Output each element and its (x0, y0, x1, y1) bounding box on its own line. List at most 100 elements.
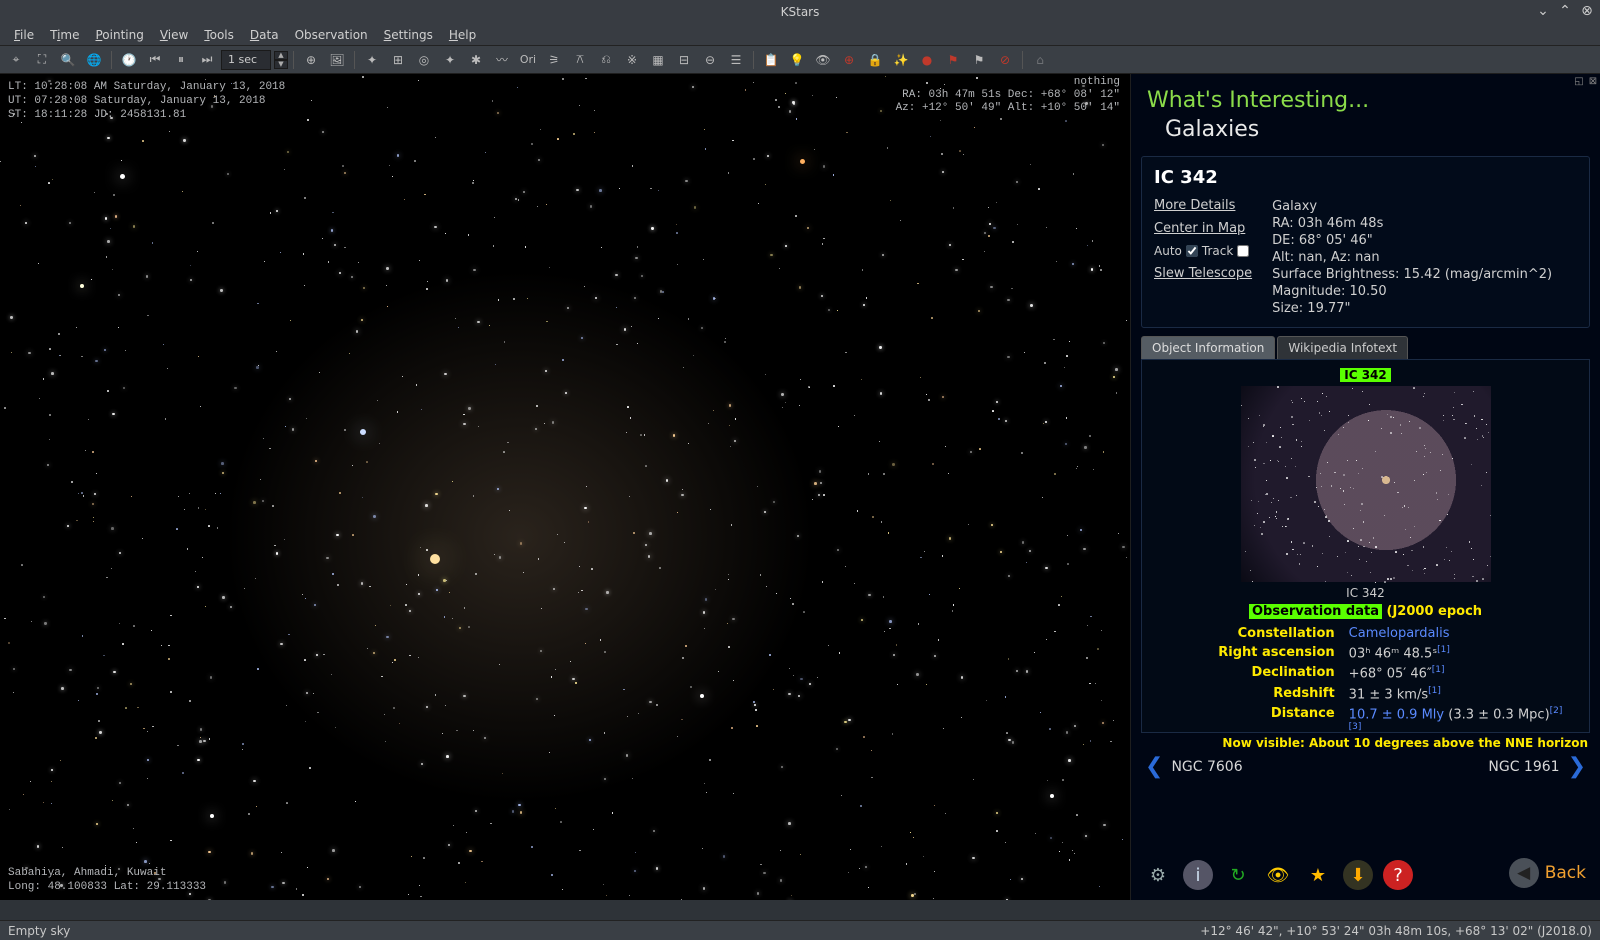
slew-telescope-link[interactable]: Slew Telescope (1154, 266, 1252, 281)
menu-pointing[interactable]: Pointing (87, 26, 151, 44)
status-bar: Empty sky +12° 46' 42", +10° 53' 24" 03h… (0, 920, 1600, 940)
object-name: IC 342 (1154, 167, 1577, 188)
magic-icon[interactable]: ✨ (889, 48, 913, 72)
separator (111, 51, 112, 69)
tab-wikipedia-infotext[interactable]: Wikipedia Infotext (1277, 336, 1408, 359)
close-icon[interactable]: ⊗ (1578, 2, 1596, 20)
ori-icon[interactable]: Ori (516, 48, 540, 72)
supernova-icon[interactable]: ✱ (464, 48, 488, 72)
panel-category: Galaxies (1147, 117, 1584, 142)
spin-down-icon[interactable]: ▼ (274, 60, 288, 69)
flag-red-icon[interactable]: ⚑ (941, 48, 965, 72)
next-arrow-icon[interactable]: ❯ (1568, 754, 1586, 779)
milkyway-icon[interactable]: ※ (620, 48, 644, 72)
center-in-map-link[interactable]: Center in Map (1154, 221, 1252, 236)
window-title: KStars (781, 5, 820, 19)
image-icon[interactable]: 🖼 (325, 48, 349, 72)
clipboard-icon[interactable]: 📋 (759, 48, 783, 72)
zoom-icon[interactable]: 🔍 (56, 48, 80, 72)
help-icon[interactable]: ? (1383, 860, 1413, 890)
wiki-image (1241, 386, 1491, 582)
equatorial-grid-icon[interactable]: ▦ (646, 48, 670, 72)
no-entry-icon[interactable]: ⊘ (993, 48, 1017, 72)
list-icon[interactable]: ☰ (724, 48, 748, 72)
menu-help[interactable]: Help (441, 26, 484, 44)
horizon-icon[interactable]: ⊖ (698, 48, 722, 72)
menu-data[interactable]: Data (242, 26, 287, 44)
panel-title: What's Interesting... (1147, 88, 1584, 113)
prev-object[interactable]: NGC 7606 (1171, 759, 1242, 775)
whats-interesting-icon[interactable]: 💡 (785, 48, 809, 72)
separator (753, 51, 754, 69)
toolbar: ⌖ ⛶ 🔍 🌐 🕐 ⏮ ⏸ ⏭ 1 sec ▲▼ ⊕ 🖼 ✦ ⊞ ◎ ✦ ✱ 〰… (0, 46, 1600, 74)
back-arrow-icon: ◀ (1509, 858, 1539, 888)
focus-overlay[interactable]: nothing RA: 03h 47m 51s Dec: +68° 08' 12… (896, 76, 1120, 115)
favorite-star-icon[interactable]: ★ (1303, 860, 1333, 890)
info-tabs: Object Information Wikipedia Infotext (1141, 336, 1590, 359)
wikipedia-box[interactable]: IC 342 IC 342 Observation data (J2000 ep… (1141, 359, 1590, 733)
wiki-title: IC 342 (1340, 368, 1391, 382)
track-checkbox[interactable] (1237, 245, 1249, 257)
info-icon[interactable]: i (1183, 860, 1213, 890)
prev-arrow-icon[interactable]: ❮ (1145, 754, 1163, 779)
wiki-data-table: ConstellationCamelopardalis Right ascens… (1150, 623, 1581, 733)
menu-time[interactable]: Time (42, 26, 87, 44)
dome-icon[interactable]: ⌂ (1028, 48, 1052, 72)
spin-up-icon[interactable]: ▲ (274, 51, 288, 60)
solarsystem-icon[interactable]: ◎ (412, 48, 436, 72)
sky-map[interactable]: LT: 10:28:08 AM Saturday, January 13, 20… (0, 74, 1130, 900)
observation-data-header: Observation data (J2000 epoch (1150, 604, 1581, 619)
target-icon[interactable]: ⊕ (299, 48, 323, 72)
panel-close-icon[interactable]: ⊠ (1586, 74, 1600, 88)
menu-view[interactable]: View (152, 26, 196, 44)
constellation-art-icon[interactable]: ⚻ (568, 48, 592, 72)
eye-icon[interactable]: 👁 (811, 48, 835, 72)
menu-file[interactable]: File (6, 26, 42, 44)
constellation-lines-icon[interactable]: ⚞ (542, 48, 566, 72)
status-left: Empty sky (8, 924, 70, 938)
menubar: File Time Pointing View Tools Data Obser… (0, 24, 1600, 46)
step-back-icon[interactable]: ⏮ (143, 48, 167, 72)
star4-icon[interactable]: ✦ (438, 48, 462, 72)
menu-observation[interactable]: Observation (287, 26, 376, 44)
settings-gear-icon[interactable]: ⚙ (1143, 860, 1173, 890)
object-info-box: IC 342 More Details Center in Map Auto T… (1141, 156, 1590, 328)
time-step-select[interactable]: 1 sec (221, 50, 271, 70)
lock-icon[interactable]: 🔒 (863, 48, 887, 72)
globe-icon[interactable]: 🌐 (82, 48, 106, 72)
focus-icon[interactable]: ⌖ (4, 48, 28, 72)
pause-icon[interactable]: ⏸ (169, 48, 193, 72)
separator (354, 51, 355, 69)
menu-settings[interactable]: Settings (376, 26, 441, 44)
download-icon[interactable]: ⬇ (1343, 860, 1373, 890)
more-details-link[interactable]: More Details (1154, 198, 1252, 213)
fullscreen-icon[interactable]: ⛶ (30, 48, 54, 72)
step-forward-icon[interactable]: ⏭ (195, 48, 219, 72)
whats-interesting-panel: ◱ ⊠ What's Interesting... Galaxies IC 34… (1130, 74, 1600, 900)
constellation-bounds-icon[interactable]: ⎌ (594, 48, 618, 72)
separator (1022, 51, 1023, 69)
status-right: +12° 46' 42", +10° 53' 24" 03h 48m 10s, … (1200, 924, 1592, 938)
next-object[interactable]: NGC 1961 (1488, 759, 1559, 775)
titlebar: KStars ⌄ ⌃ ⊗ (0, 0, 1600, 24)
deepsky-icon[interactable]: ⊞ (386, 48, 410, 72)
reload-icon[interactable]: ↻ (1223, 860, 1253, 890)
clock-now-icon[interactable]: 🕐 (117, 48, 141, 72)
satellite-icon[interactable]: 〰 (490, 48, 514, 72)
stars-icon[interactable]: ✦ (360, 48, 384, 72)
flag-grey-icon[interactable]: ⚑ (967, 48, 991, 72)
panel-float-icon[interactable]: ◱ (1572, 74, 1586, 88)
tab-object-information[interactable]: Object Information (1141, 336, 1275, 359)
menu-tools[interactable]: Tools (196, 26, 242, 44)
minimize-icon[interactable]: ⌄ (1534, 2, 1552, 20)
object-stats: Galaxy RA: 03h 46m 48s DE: 68° 05' 46" A… (1272, 198, 1552, 317)
back-button[interactable]: ◀ Back (1509, 858, 1586, 888)
record-icon[interactable]: ● (915, 48, 939, 72)
visible-eye-icon[interactable]: 👁 (1263, 860, 1293, 890)
maximize-icon[interactable]: ⌃ (1556, 2, 1574, 20)
crosshair-icon[interactable]: ⊕ (837, 48, 861, 72)
geo-overlay[interactable]: Sabahiya, Ahmadi, Kuwait Long: 48.100833… (8, 866, 206, 894)
auto-checkbox[interactable] (1186, 245, 1198, 257)
horizontal-grid-icon[interactable]: ⊟ (672, 48, 696, 72)
time-overlay[interactable]: LT: 10:28:08 AM Saturday, January 13, 20… (8, 80, 285, 122)
